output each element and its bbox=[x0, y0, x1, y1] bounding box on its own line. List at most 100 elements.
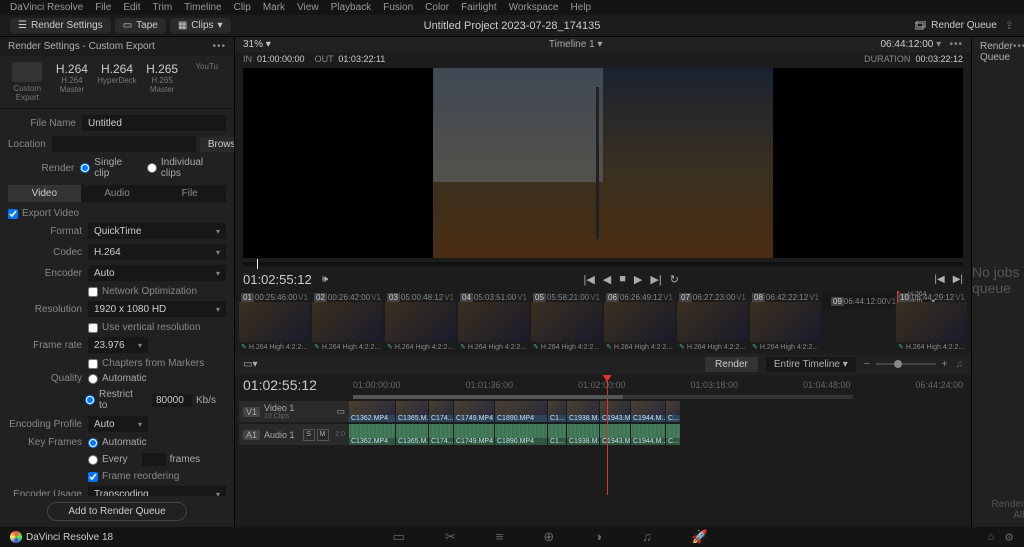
thumb-07[interactable]: 0706:27:23:00V1H.264 High 4:2:2... bbox=[677, 293, 748, 352]
export-video-check[interactable] bbox=[8, 209, 18, 219]
video-track-body[interactable]: C1362.MP4C1365.M...C174...C1749.MP4C1890… bbox=[349, 401, 967, 422]
preset-custom-export[interactable]: Custom Export bbox=[8, 62, 47, 102]
page-media-icon[interactable]: ▭ bbox=[393, 529, 405, 545]
audio-clip[interactable]: C1365.M... bbox=[396, 424, 428, 445]
audio-clip[interactable]: C1... bbox=[548, 424, 566, 445]
menu-fairlight[interactable]: Fairlight bbox=[461, 2, 497, 13]
audio-clip[interactable]: C174... bbox=[429, 424, 453, 445]
tab-file[interactable]: File bbox=[153, 185, 226, 202]
zoom-percent[interactable]: 31% ▾ bbox=[243, 39, 271, 50]
page-cut-icon[interactable]: ✂ bbox=[445, 529, 456, 545]
kf-auto-radio[interactable] bbox=[88, 438, 98, 448]
page-fairlight-icon[interactable]: ♫ bbox=[642, 529, 652, 545]
loop-icon[interactable]: ↻ bbox=[670, 273, 679, 286]
home-icon[interactable]: ⌂ bbox=[987, 531, 994, 544]
queue-options-icon[interactable]: ••• bbox=[1013, 41, 1024, 63]
chapters-check[interactable] bbox=[88, 359, 98, 369]
thumb-06[interactable]: 0606:26:49:12V1H.264 High 4:2:2... bbox=[604, 293, 675, 352]
tab-audio[interactable]: Audio bbox=[81, 185, 154, 202]
audio-clip[interactable]: C1362.MP4 bbox=[349, 424, 395, 445]
netopt-check[interactable] bbox=[88, 287, 98, 297]
in-out-range[interactable] bbox=[353, 395, 853, 399]
settings-icon[interactable]: ⚙ bbox=[1004, 531, 1014, 544]
prev-clip-icon[interactable]: |◀ bbox=[934, 274, 944, 285]
track-lock-icon[interactable]: ▭ bbox=[336, 406, 345, 417]
framerate-select[interactable]: 23.976 bbox=[88, 337, 148, 353]
render-settings-button[interactable]: ☰Render Settings bbox=[10, 18, 111, 33]
render-queue-button[interactable]: Render Queue bbox=[915, 20, 997, 31]
video-clip[interactable]: C1... bbox=[548, 401, 566, 422]
thumb-05[interactable]: 0505:58:21:00V1H.264 High 4:2:2... bbox=[531, 293, 602, 352]
browse-button[interactable]: Browse bbox=[200, 137, 234, 152]
viewer[interactable] bbox=[243, 68, 963, 258]
in-timecode[interactable]: 01:00:00:00 bbox=[257, 54, 305, 64]
quality-restrict-radio[interactable] bbox=[85, 395, 95, 405]
solo-button[interactable]: S bbox=[303, 429, 315, 441]
audio-clip[interactable]: C1938.M... bbox=[567, 424, 599, 445]
audio-clip[interactable]: C1749.MP4 bbox=[454, 424, 494, 445]
menu-file[interactable]: File bbox=[95, 2, 111, 13]
zoom-slider[interactable]: −+ bbox=[864, 359, 948, 370]
next-clip-icon[interactable]: ▶| bbox=[953, 274, 963, 285]
menu-edit[interactable]: Edit bbox=[123, 2, 140, 13]
preset-h-265-master[interactable]: H.265H.265 Master bbox=[143, 62, 182, 102]
vertres-check[interactable] bbox=[88, 323, 98, 333]
menu-playback[interactable]: Playback bbox=[331, 2, 372, 13]
page-color-icon[interactable]: ◑ bbox=[594, 529, 602, 545]
menu-fusion[interactable]: Fusion bbox=[383, 2, 413, 13]
preset-youtu[interactable]: YouTu bbox=[187, 62, 226, 102]
out-timecode[interactable]: 01:03:22:11 bbox=[338, 54, 385, 64]
playhead[interactable] bbox=[607, 375, 608, 495]
thumb-08[interactable]: 0806:42:22:12V1H.264 High 4:2:2... bbox=[750, 293, 821, 352]
video-clip[interactable]: C1944.M... bbox=[631, 401, 665, 422]
tab-video[interactable]: Video bbox=[8, 185, 81, 202]
preset-h-264-master[interactable]: H.264H.264 Master bbox=[53, 62, 92, 102]
page-deliver-icon[interactable]: 🚀 bbox=[692, 529, 708, 545]
tape-button[interactable]: ▭Tape bbox=[115, 18, 166, 33]
timeline-ruler[interactable]: 01:02:55:12 01:00:00:0001:01:36:0001:02:… bbox=[235, 375, 971, 395]
preset-hyperdeck[interactable]: H.264HyperDeck bbox=[97, 62, 137, 102]
mute-icon[interactable]: 🕪 bbox=[322, 274, 328, 285]
audio-track-header[interactable]: A1 Audio 1 SM 2.0 bbox=[239, 424, 349, 445]
menu-trim[interactable]: Trim bbox=[153, 2, 173, 13]
timeline-view-icon[interactable]: ▭▾ bbox=[243, 359, 257, 370]
menu-help[interactable]: Help bbox=[570, 2, 591, 13]
audio-clip[interactable]: C1944.M... bbox=[631, 424, 665, 445]
audio-clip[interactable]: C1890.MP4 bbox=[495, 424, 547, 445]
thumb-02[interactable]: 0200:26:42:00V1H.264 High 4:2:2... bbox=[312, 293, 383, 352]
encoder-select[interactable]: Auto bbox=[88, 265, 226, 281]
menu-timeline[interactable]: Timeline bbox=[184, 2, 221, 13]
menu-workspace[interactable]: Workspace bbox=[509, 2, 559, 13]
encusage-select[interactable]: Transcoding bbox=[88, 486, 226, 496]
menu-mark[interactable]: Mark bbox=[263, 2, 285, 13]
current-timecode[interactable]: 01:02:55:12 bbox=[243, 272, 312, 287]
scope-select[interactable]: Entire Timeline ▾ bbox=[766, 357, 856, 372]
video-clip[interactable]: C1749.MP4 bbox=[454, 401, 494, 422]
video-clip[interactable]: C... bbox=[666, 401, 680, 422]
page-fusion-icon[interactable]: ⊕ bbox=[543, 529, 554, 545]
video-clip[interactable]: C1890.MP4 bbox=[495, 401, 547, 422]
thumb-03[interactable]: 0305:00:48:12V1H.264 High 4:2:2... bbox=[385, 293, 456, 352]
timecode-top[interactable]: 06:44:12:00 bbox=[881, 39, 934, 50]
timeline-name[interactable]: Timeline 1 ▾ bbox=[549, 39, 603, 50]
render-button[interactable]: Render bbox=[705, 357, 758, 372]
video-clip[interactable]: C1943.M... bbox=[600, 401, 630, 422]
menu-davinci-resolve[interactable]: DaVinci Resolve bbox=[10, 2, 83, 13]
audio-clip[interactable]: C... bbox=[666, 424, 680, 445]
page-edit-icon[interactable]: ≡ bbox=[496, 529, 504, 545]
scrubber[interactable] bbox=[243, 262, 963, 266]
bitrate-input[interactable] bbox=[152, 394, 192, 407]
video-clip[interactable]: C1365.M... bbox=[396, 401, 428, 422]
thumb-09[interactable]: 0906:44:12:00V1H.264 High 4:2:2... bbox=[823, 293, 894, 309]
framereorder-check[interactable] bbox=[88, 472, 98, 482]
audio-track-body[interactable]: C1362.MP4C1365.M...C174...C1749.MP4C1890… bbox=[349, 424, 967, 445]
app-logo[interactable]: DaVinci Resolve 18 bbox=[10, 531, 113, 543]
individual-clips-radio[interactable] bbox=[147, 163, 157, 173]
video-clip[interactable]: C1362.MP4 bbox=[349, 401, 395, 422]
play-icon[interactable]: ▶ bbox=[634, 273, 642, 286]
quality-auto-radio[interactable] bbox=[88, 374, 98, 384]
video-clip[interactable]: C1938.M... bbox=[567, 401, 599, 422]
kf-every-radio[interactable] bbox=[88, 455, 98, 465]
stop-icon[interactable]: ■ bbox=[619, 273, 626, 286]
viewer-options-icon[interactable]: ••• bbox=[949, 39, 963, 50]
